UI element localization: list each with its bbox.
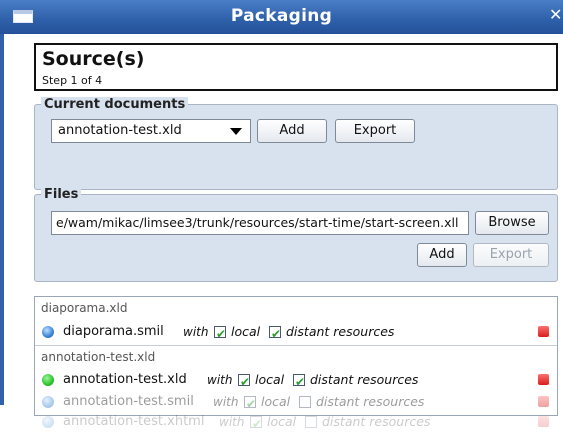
local-label: local (231, 324, 261, 339)
distant-checkbox[interactable] (299, 396, 311, 408)
local-label: local (261, 394, 291, 409)
list-item: diaporama.smil with ✔ local ✔ distant re… (35, 321, 557, 343)
local-label: local (267, 414, 297, 429)
check-icon: ✔ (216, 327, 227, 341)
dropdown-arrow-icon (230, 128, 242, 135)
document-select[interactable]: annotation-test.xld (51, 119, 251, 143)
files-legend: Files (41, 187, 82, 202)
file-name: annotation-test.xhtml (63, 414, 205, 429)
close-icon[interactable]: ✕ (549, 5, 563, 25)
with-label: with (207, 373, 233, 387)
page-title: Source(s) (42, 48, 145, 70)
window-title: Packaging (230, 6, 333, 26)
remove-icon[interactable] (538, 374, 549, 385)
local-checkbox[interactable]: ✔ (238, 374, 250, 389)
current-documents-group: Current documents annotation-test.xld Ad… (34, 97, 558, 190)
file-path-input[interactable]: e/wam/mikac/limsee3/trunk/resources/star… (51, 211, 469, 235)
blue-ball-icon (42, 416, 54, 428)
blue-ball-icon (42, 396, 54, 408)
with-label: with (213, 395, 239, 409)
add-document-button[interactable]: Add (257, 119, 327, 143)
documents-list: diaporama.xld diaporama.smil with ✔ loca… (34, 296, 558, 431)
local-checkbox[interactable]: ✔ (250, 416, 262, 431)
remove-icon[interactable] (538, 326, 549, 337)
local-checkbox[interactable]: ✔ (244, 396, 256, 411)
list-item: annotation-test.smil with ✔ local distan… (35, 391, 557, 413)
group-header: diaporama.xld (35, 297, 557, 319)
step-indicator: Step 1 of 4 (42, 74, 103, 87)
with-label: with (219, 415, 245, 429)
remove-icon[interactable] (538, 396, 549, 407)
local-label: local (255, 372, 285, 387)
current-documents-legend: Current documents (41, 97, 189, 112)
check-icon: ✔ (295, 375, 306, 389)
distant-label: distant resources (310, 372, 419, 387)
browse-button[interactable]: Browse (475, 211, 549, 235)
title-bar: Packaging ✕ (0, 0, 563, 35)
export-document-button[interactable]: Export (335, 119, 415, 143)
files-group: Files e/wam/mikac/limsee3/trunk/resource… (34, 187, 558, 282)
document-select-value: annotation-test.xld (58, 123, 182, 138)
file-name: diaporama.smil (63, 324, 164, 339)
distant-checkbox[interactable]: ✔ (269, 326, 281, 341)
remove-icon[interactable] (538, 416, 549, 427)
with-label: with (183, 325, 209, 339)
list-item: annotation-test.xld with ✔ local ✔ dista… (35, 369, 557, 391)
group-header: annotation-test.xld (35, 345, 557, 367)
check-icon: ✔ (240, 375, 251, 389)
add-file-button[interactable]: Add (417, 243, 467, 267)
blue-ball-icon (42, 326, 54, 338)
check-icon: ✔ (252, 417, 263, 431)
distant-label: distant resources (286, 324, 395, 339)
export-file-button[interactable]: Export (473, 243, 549, 267)
file-name: annotation-test.xld (63, 372, 187, 387)
distant-label: distant resources (316, 394, 425, 409)
check-icon: ✔ (271, 327, 282, 341)
file-name: annotation-test.smil (63, 394, 194, 409)
distant-checkbox[interactable] (305, 416, 317, 428)
packaging-panel: Source(s) Step 1 of 4 Current documents … (0, 34, 563, 431)
local-checkbox[interactable]: ✔ (214, 326, 226, 341)
step-header: Source(s) Step 1 of 4 (34, 43, 558, 91)
green-ball-icon (42, 374, 54, 386)
distant-label: distant resources (322, 414, 431, 429)
distant-checkbox[interactable]: ✔ (293, 374, 305, 389)
list-item: annotation-test.xhtml with ✔ local dista… (35, 411, 557, 433)
